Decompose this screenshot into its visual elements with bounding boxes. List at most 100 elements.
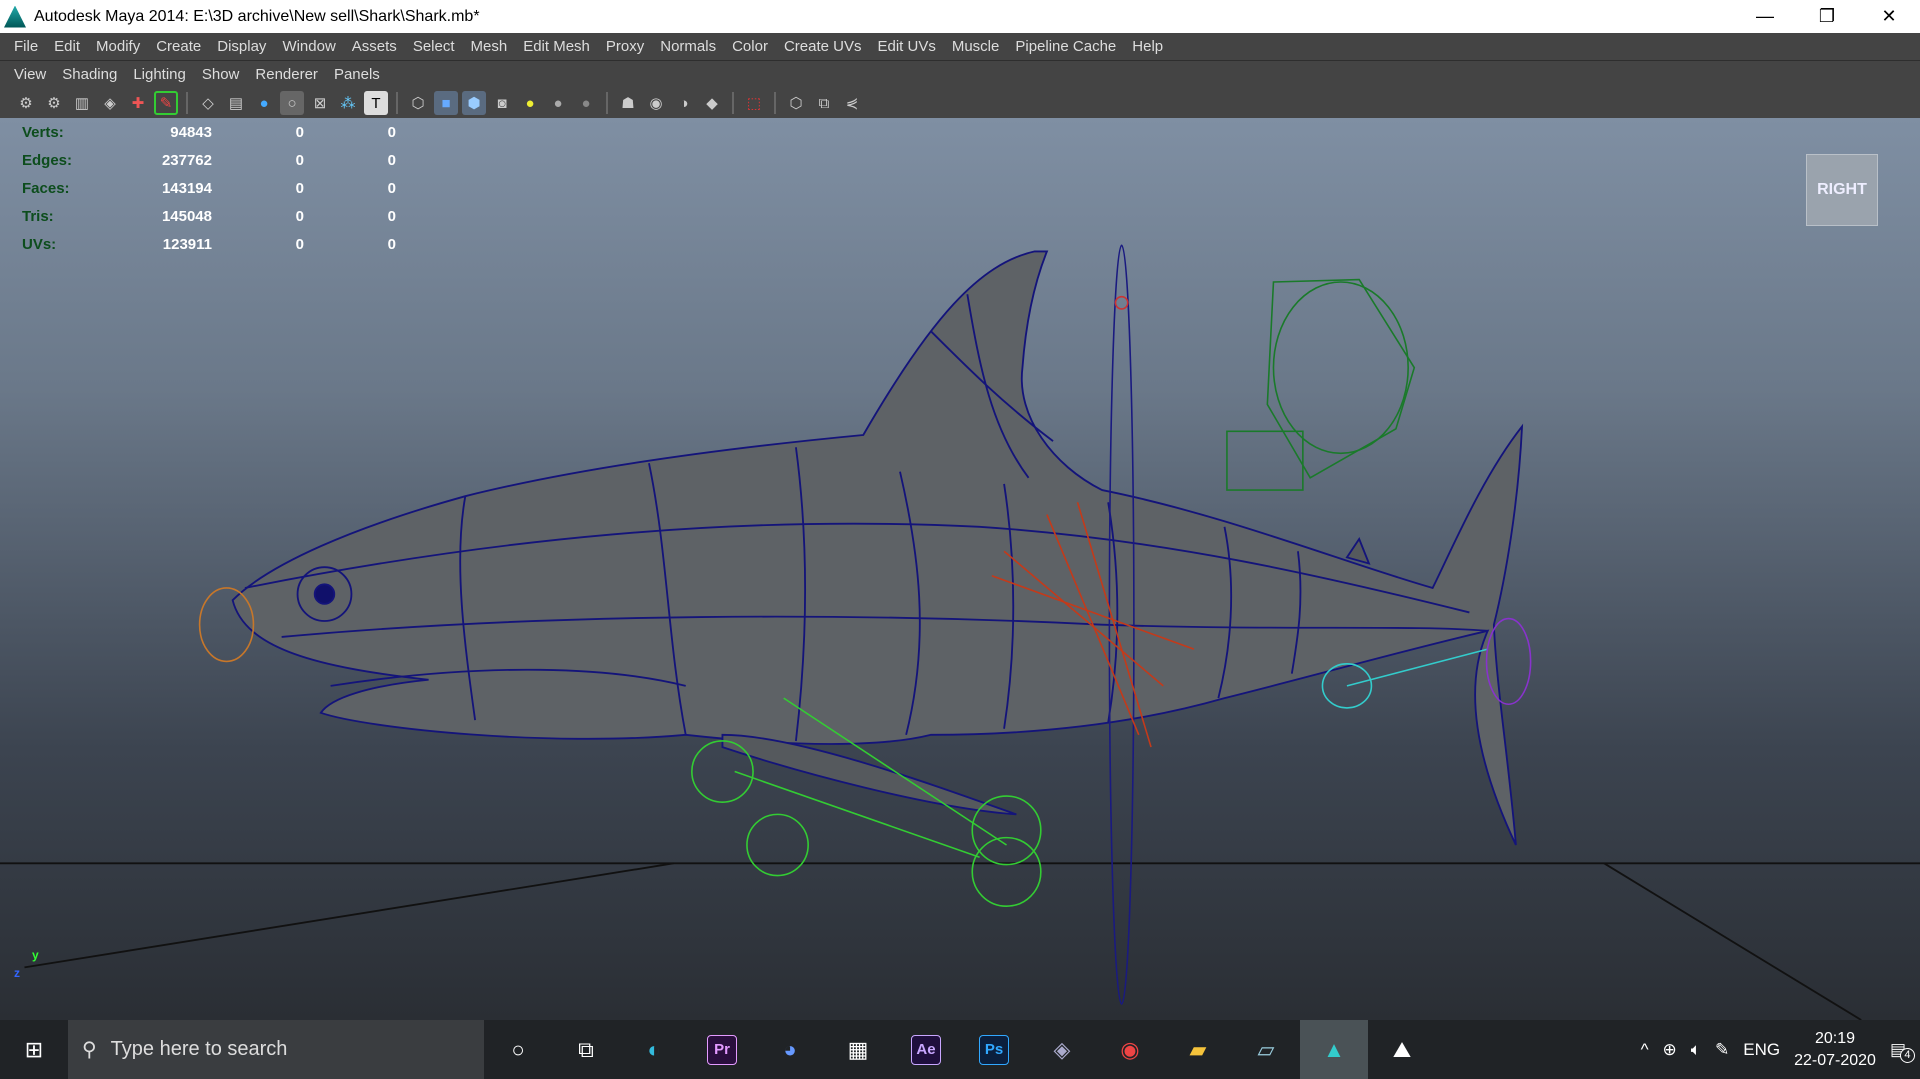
photoshop-icon[interactable]: Ps <box>960 1020 1028 1079</box>
axis-y-label: y <box>32 948 39 962</box>
pen-icon[interactable]: ✎ <box>1715 1040 1729 1060</box>
bookmarks-icon[interactable]: ▥ <box>70 91 94 115</box>
hud-row-verts: Verts: 94843 0 0 <box>22 118 396 146</box>
clock-date: 22-07-2020 <box>1794 1051 1876 1069</box>
chrome-icon[interactable]: ◉ <box>1096 1020 1164 1079</box>
after-effects-icon[interactable]: Ae <box>892 1020 960 1079</box>
panel-toolbar: ⚙ ⚙ ▥ ◈ ✚ ✎ ◇ ▤ ● ○ ⊠ ⁂ T ⬡ ■ ⬢ ◙ ● ● ● … <box>0 88 1920 118</box>
panel-menu-shading[interactable]: Shading <box>54 66 125 83</box>
safe-action-icon[interactable]: ⁂ <box>336 91 360 115</box>
wireframe-icon[interactable]: ⬡ <box>406 91 430 115</box>
media-player-icon[interactable]: ▦ <box>824 1020 892 1079</box>
menu-edit-uvs[interactable]: Edit UVs <box>869 38 943 55</box>
hud-row-edges: Edges: 237762 0 0 <box>22 146 396 174</box>
menu-modify[interactable]: Modify <box>88 38 148 55</box>
field-chart-icon[interactable]: ⊠ <box>308 91 332 115</box>
windows-start-icon[interactable]: ⊞ <box>0 1020 68 1079</box>
network-icon[interactable]: ⊕ <box>1663 1040 1677 1060</box>
menu-file[interactable]: File <box>6 38 46 55</box>
use-all-lights-icon[interactable]: ● <box>518 91 542 115</box>
menu-proxy[interactable]: Proxy <box>598 38 652 55</box>
menu-create[interactable]: Create <box>148 38 209 55</box>
share-icon[interactable]: ⋞ <box>840 91 864 115</box>
premiere-pro-icon[interactable]: Pr <box>688 1020 756 1079</box>
perspective-viewport[interactable]: Verts: 94843 0 0 Edges: 237762 0 0 Faces: 14319… <box>0 118 1920 1020</box>
menu-create-uvs[interactable]: Create UVs <box>776 38 870 55</box>
hud-total: 237762 <box>161 151 212 169</box>
hud-row-faces: Faces: 143194 0 0 <box>22 174 396 202</box>
cortana-icon[interactable]: ○ <box>484 1020 552 1079</box>
two-d-pan-zoom-icon[interactable]: ✚ <box>126 91 150 115</box>
resolution-gate-icon[interactable]: ● <box>252 91 276 115</box>
xray-icon[interactable]: ◉ <box>644 91 668 115</box>
windows-taskbar: ⊞ ⚲ Type here to search ○ ⧉ ◐ Pr ◕ ▦ Ae … <box>0 1020 1920 1079</box>
view-cube-right[interactable]: RIGHT <box>1806 154 1878 226</box>
xray-components-icon[interactable]: ◆ <box>700 91 724 115</box>
menu-normals[interactable]: Normals <box>652 38 724 55</box>
file-explorer-icon[interactable]: ▰ <box>1164 1020 1232 1079</box>
notification-icon[interactable]: ▤ 4 <box>1890 1040 1915 1063</box>
select-camera-icon[interactable]: ⚙ <box>14 91 38 115</box>
notepad-icon[interactable]: ▱ <box>1232 1020 1300 1079</box>
volume-icon[interactable]: 🔈︎ <box>1691 1040 1701 1060</box>
menu-edit-mesh[interactable]: Edit Mesh <box>515 38 598 55</box>
high-quality-icon[interactable]: ● <box>574 91 598 115</box>
close-button[interactable]: ✕ <box>1858 0 1920 33</box>
shadows-icon[interactable]: ● <box>546 91 570 115</box>
menu-mesh[interactable]: Mesh <box>463 38 516 55</box>
window-title: Autodesk Maya 2014: E:\3D archive\New se… <box>34 7 480 25</box>
hud-component: 0 <box>387 207 396 225</box>
menu-color[interactable]: Color <box>724 38 776 55</box>
menu-select[interactable]: Select <box>405 38 463 55</box>
menu-muscle[interactable]: Muscle <box>944 38 1008 55</box>
menu-edit[interactable]: Edit <box>46 38 88 55</box>
panel-menu-lighting[interactable]: Lighting <box>125 66 194 83</box>
film-gate-icon[interactable]: ▤ <box>224 91 248 115</box>
hud-component: 0 <box>387 151 396 169</box>
isolate-select-icon[interactable]: ☗ <box>616 91 640 115</box>
hud-label: Faces: <box>22 179 70 197</box>
menu-help[interactable]: Help <box>1124 38 1171 55</box>
maya-taskbar-icon[interactable]: ▲ <box>1300 1020 1368 1079</box>
grease-pencil-icon[interactable]: ✎ <box>154 91 178 115</box>
taskbar-search-box[interactable]: ⚲ Type here to search <box>68 1020 484 1079</box>
textured-icon[interactable]: ◙ <box>490 91 514 115</box>
xray-joints-icon[interactable]: ◑ <box>672 91 696 115</box>
panel-menu-renderer[interactable]: Renderer <box>247 66 326 83</box>
system-tray: ^ ⊕ 🔈︎ ✎ ENG 20:19 22-07-2020 ▤ 4 <box>1641 1020 1920 1079</box>
safe-title-icon[interactable]: T <box>364 91 388 115</box>
language-indicator[interactable]: ENG <box>1743 1040 1780 1060</box>
clock[interactable]: 20:19 22-07-2020 <box>1794 1028 1876 1072</box>
smooth-shade-icon[interactable]: ■ <box>434 91 458 115</box>
chevron-up-icon[interactable]: ^ <box>1641 1040 1649 1060</box>
hud-total: 94843 <box>170 123 212 141</box>
separator <box>732 92 734 114</box>
wireframe-on-shaded-icon[interactable]: ⬢ <box>462 91 486 115</box>
hud-total: 123911 <box>162 235 212 253</box>
panel-menu-show[interactable]: Show <box>194 66 248 83</box>
menu-assets[interactable]: Assets <box>344 38 405 55</box>
camera-cube-icon[interactable]: ⬡ <box>784 91 808 115</box>
grid-icon[interactable]: ◇ <box>196 91 220 115</box>
panel-menu-panels[interactable]: Panels <box>326 66 388 83</box>
maya-logo-icon <box>4 5 26 28</box>
thunderbird-icon[interactable]: ◕ <box>756 1020 824 1079</box>
notification-count: 4 <box>1899 1047 1915 1063</box>
menu-window[interactable]: Window <box>274 38 343 55</box>
menu-display[interactable]: Display <box>209 38 274 55</box>
gate-mask-icon[interactable]: ○ <box>280 91 304 115</box>
edge-browser-icon[interactable]: ◐ <box>620 1020 688 1079</box>
separator <box>606 92 608 114</box>
panel-menu-view[interactable]: View <box>6 66 54 83</box>
image-plane-icon[interactable]: ◈ <box>98 91 122 115</box>
task-view-icon[interactable]: ⧉ <box>552 1020 620 1079</box>
camera-attributes-icon[interactable]: ⚙ <box>42 91 66 115</box>
restore-button[interactable]: ❐ <box>1796 0 1858 33</box>
copy-panel-icon[interactable]: ⧉ <box>812 91 836 115</box>
menu-pipeline-cache[interactable]: Pipeline Cache <box>1007 38 1124 55</box>
minimize-button[interactable]: — <box>1734 0 1796 33</box>
photos-icon[interactable]: ⛰ <box>1368 1020 1436 1079</box>
app-icon[interactable]: ◈ <box>1028 1020 1096 1079</box>
select-tool-icon[interactable]: ⬚ <box>742 91 766 115</box>
hud-total: 143194 <box>161 179 212 197</box>
